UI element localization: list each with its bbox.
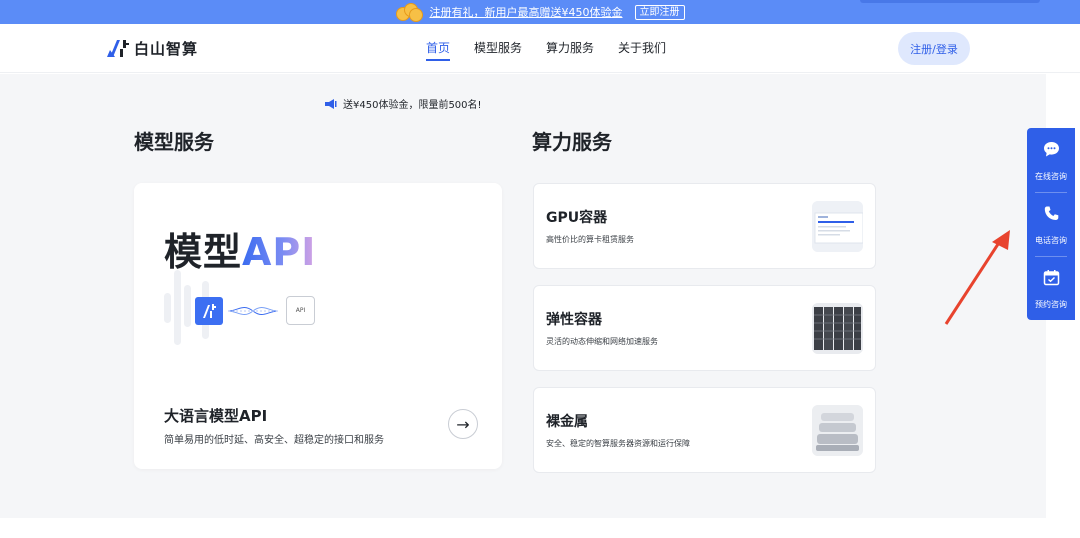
- compute-section-title: 算力服务: [532, 130, 612, 154]
- promo-banner: 注册有礼，新用户最高赠送¥450体验金 立即注册: [0, 0, 1080, 24]
- site-header: 白山智算 首页 模型服务 算力服务 关于我们 注册/登录: [0, 24, 1080, 73]
- service-card-title: GPU容器: [546, 210, 608, 226]
- service-card-description: 灵活的动态伸缩和网络加速服务: [546, 337, 658, 346]
- chat-icon: [1043, 141, 1060, 158]
- register-login-button[interactable]: 注册/登录: [898, 32, 970, 65]
- megaphone-icon: [324, 98, 337, 109]
- top-edge-hint: [860, 0, 1040, 3]
- model-api-card[interactable]: 模型API API 大语言模型API 简单易用的低时延、高安全、超稳定的接口和服…: [134, 183, 502, 469]
- phone-icon: [1043, 205, 1060, 222]
- main-nav: 首页 模型服务 算力服务 关于我们: [426, 24, 690, 73]
- server-rack-icon: [812, 303, 863, 354]
- coin-icon: [395, 1, 423, 23]
- model-logo-icon: [195, 297, 223, 325]
- float-item-label: 预约咨询: [1035, 300, 1067, 309]
- online-consult-button[interactable]: 在线咨询: [1027, 128, 1075, 192]
- main-content: 送¥450体验金，限量前500名! 模型服务 算力服务 模型API API 大语…: [0, 74, 1046, 518]
- appointment-consult-button[interactable]: 预约咨询: [1027, 256, 1075, 320]
- logo[interactable]: 白山智算: [106, 37, 198, 59]
- contact-float-panel: 在线咨询 电话咨询 预约咨询: [1027, 128, 1075, 320]
- api-card-description: 简单易用的低时延、高安全、超稳定的接口和服务: [164, 435, 384, 446]
- promo-link[interactable]: 注册有礼，新用户最高赠送¥450体验金: [430, 4, 623, 20]
- notice-bar: 送¥450体验金，限量前500名!: [324, 96, 482, 111]
- server-stack-icon: [812, 405, 863, 456]
- calendar-icon: [1043, 269, 1060, 286]
- float-item-label: 在线咨询: [1035, 172, 1067, 181]
- notice-text: 送¥450体验金，限量前500名!: [343, 100, 482, 111]
- api-box-icon: API: [286, 296, 315, 325]
- bare-metal-card[interactable]: 裸金属 安全、稳定的智算服务器资源和运行保障: [533, 387, 876, 473]
- annotation-arrow-icon: [940, 228, 1020, 328]
- nav-home[interactable]: 首页: [426, 24, 451, 73]
- logo-icon: [106, 37, 130, 59]
- api-card-arrow-button[interactable]: →: [448, 409, 478, 439]
- model-section-title: 模型服务: [134, 130, 214, 154]
- dashboard-thumbnail-icon: [812, 201, 863, 252]
- phone-consult-button[interactable]: 电话咨询: [1027, 192, 1075, 256]
- float-item-label: 电话咨询: [1035, 236, 1067, 245]
- service-card-description: 安全、稳定的智算服务器资源和运行保障: [546, 439, 690, 448]
- promo-register-button[interactable]: 立即注册: [634, 4, 685, 20]
- nav-about-us[interactable]: 关于我们: [618, 24, 666, 73]
- gpu-container-card[interactable]: GPU容器 高性价比的算卡租赁服务: [533, 183, 876, 269]
- api-headline-part2: API: [242, 230, 317, 274]
- api-card-subtitle: 大语言模型API: [164, 407, 268, 425]
- service-card-title: 裸金属: [546, 414, 588, 430]
- nav-compute-services[interactable]: 算力服务: [546, 24, 594, 73]
- service-card-title: 弹性容器: [546, 312, 602, 328]
- elastic-container-card[interactable]: 弹性容器 灵活的动态伸缩和网络加速服务: [533, 285, 876, 371]
- logo-text: 白山智算: [134, 39, 199, 58]
- signal-wave-icon: [227, 299, 279, 323]
- nav-model-services[interactable]: 模型服务: [474, 24, 522, 73]
- service-card-description: 高性价比的算卡租赁服务: [546, 235, 634, 244]
